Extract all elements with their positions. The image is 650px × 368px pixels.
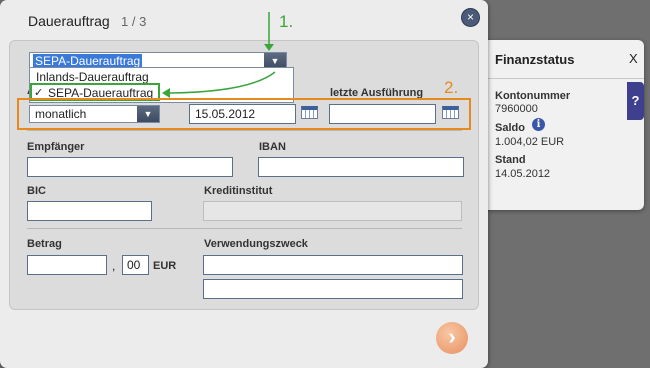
arrow-head bbox=[264, 44, 274, 51]
annotation-step-1: 1. bbox=[279, 12, 294, 31]
arrow-curve bbox=[169, 71, 276, 94]
annotation-step-2: 2. bbox=[444, 78, 459, 97]
annotation-arrows bbox=[162, 12, 276, 98]
arrow-head bbox=[162, 88, 170, 98]
